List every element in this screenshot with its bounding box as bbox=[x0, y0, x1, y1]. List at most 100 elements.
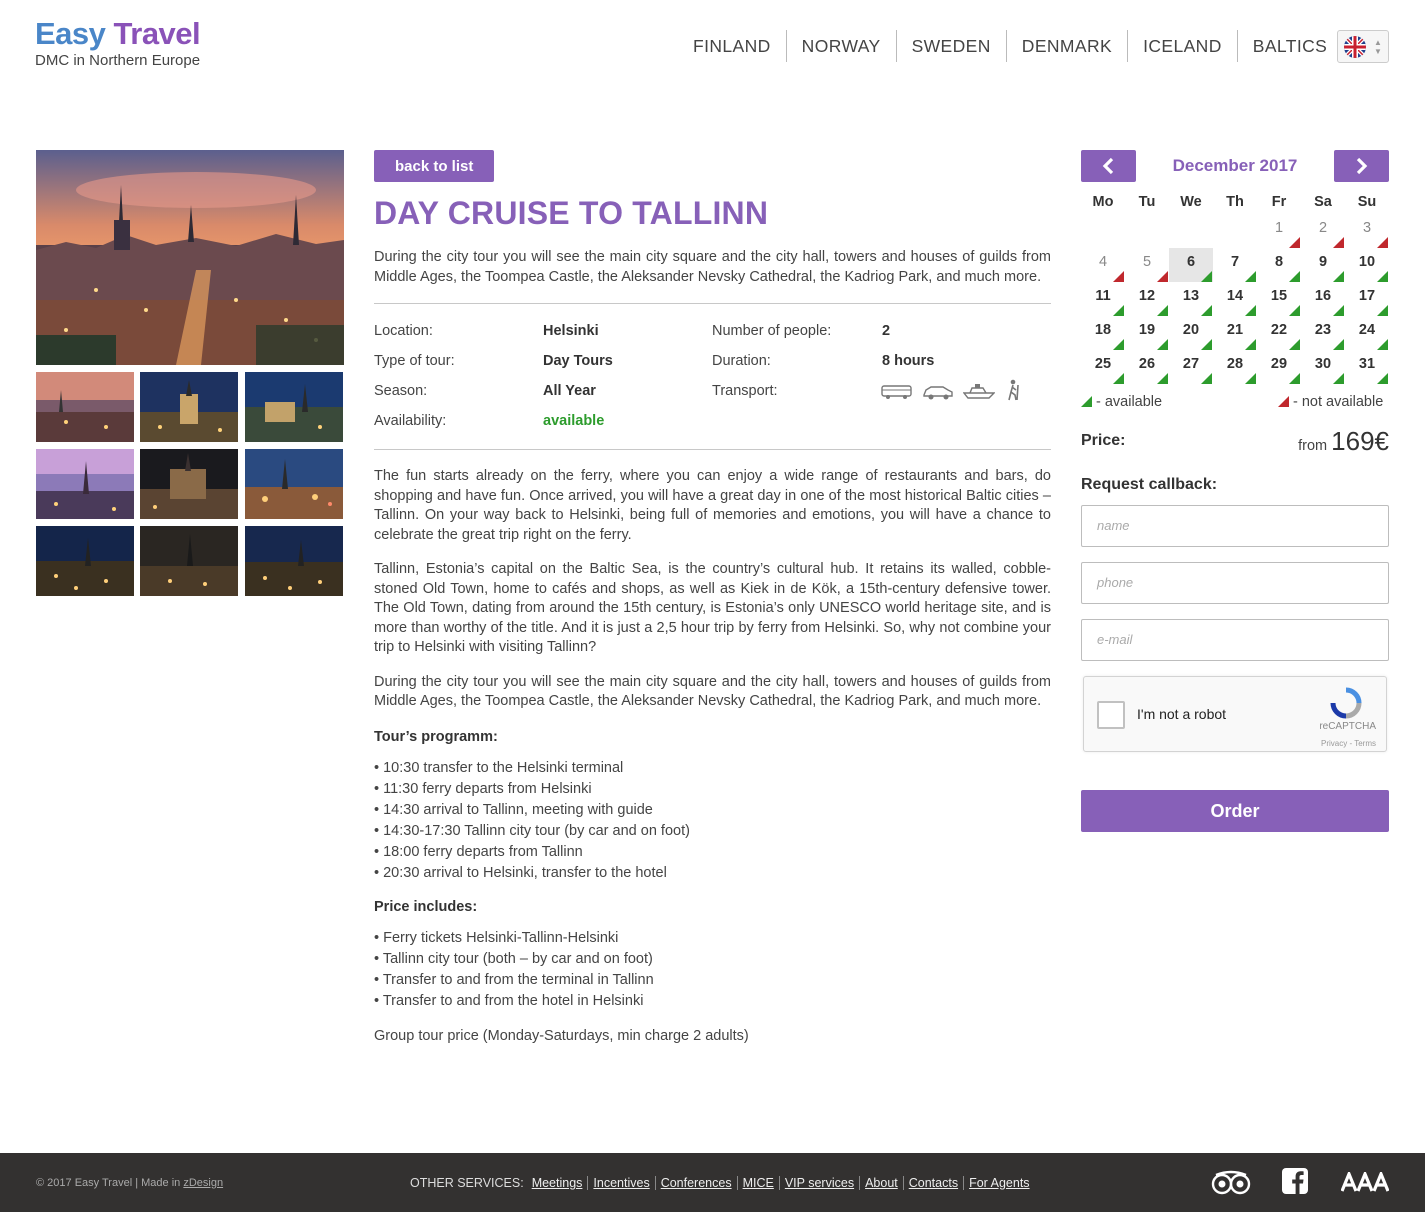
list-item: • 14:30-17:30 Tallinn city tour (by car … bbox=[374, 822, 690, 839]
calendar-day[interactable]: 22 bbox=[1257, 316, 1301, 350]
footer-link-contacts[interactable]: Contacts bbox=[902, 1176, 963, 1190]
gallery-thumb[interactable] bbox=[245, 526, 343, 596]
nav-iceland[interactable]: ICELAND bbox=[1128, 30, 1238, 62]
gallery-thumb[interactable] bbox=[245, 372, 343, 442]
calendar-day[interactable]: 30 bbox=[1301, 350, 1345, 384]
footer-link-for-agents[interactable]: For Agents bbox=[963, 1176, 1034, 1190]
order-button[interactable]: Order bbox=[1081, 790, 1389, 832]
name-input[interactable]: name bbox=[1081, 505, 1389, 547]
calendar-day-number: 15 bbox=[1270, 288, 1288, 304]
available-triangle-icon bbox=[1333, 305, 1344, 316]
site-logo[interactable]: Easy Travel DMC in Northern Europe bbox=[35, 16, 201, 69]
logo-tagline: DMC in Northern Europe bbox=[35, 52, 201, 69]
calendar-day-number: 20 bbox=[1182, 322, 1200, 338]
nav-denmark[interactable]: DENMARK bbox=[1007, 30, 1129, 62]
calendar-day[interactable]: 9 bbox=[1301, 248, 1345, 282]
calendar-day[interactable]: 17 bbox=[1345, 282, 1389, 316]
calendar-day-number: 3 bbox=[1362, 220, 1372, 236]
legend-available-text: - available bbox=[1096, 394, 1163, 410]
gallery-main-photo[interactable] bbox=[36, 150, 344, 365]
calendar-day: 4 bbox=[1081, 248, 1125, 282]
calendar-day-number: 29 bbox=[1270, 356, 1288, 372]
footer-link-conferences[interactable]: Conferences bbox=[654, 1176, 737, 1190]
tripadvisor-icon[interactable] bbox=[1211, 1170, 1251, 1201]
calendar-day: 1 bbox=[1257, 214, 1301, 248]
legend-not-available-text: - not available bbox=[1293, 394, 1384, 410]
tour-intro: During the city tour you will see the ma… bbox=[374, 249, 1051, 285]
calendar-day[interactable]: 18 bbox=[1081, 316, 1125, 350]
nav-baltics[interactable]: BALTICS bbox=[1238, 30, 1342, 62]
calendar-day[interactable]: 12 bbox=[1125, 282, 1169, 316]
calendar-day[interactable]: 6 bbox=[1169, 248, 1213, 282]
available-triangle-icon bbox=[1081, 396, 1092, 407]
zdesign-link[interactable]: zDesign bbox=[183, 1177, 223, 1189]
footer-link-about[interactable]: About bbox=[859, 1176, 903, 1190]
language-select[interactable]: ▲ ▼ bbox=[1337, 30, 1389, 63]
email-input[interactable]: e-mail bbox=[1081, 619, 1389, 661]
calendar-day[interactable]: 19 bbox=[1125, 316, 1169, 350]
legend-available: - available bbox=[1081, 394, 1162, 410]
phone-input[interactable]: phone bbox=[1081, 562, 1389, 604]
gallery-thumb[interactable] bbox=[140, 372, 238, 442]
recaptcha-widget: I'm not a robot reCAPTCHA Privacy - Term… bbox=[1083, 676, 1387, 752]
calendar-day[interactable]: 29 bbox=[1257, 350, 1301, 384]
available-triangle-icon bbox=[1377, 305, 1388, 316]
nav-sweden[interactable]: SWEDEN bbox=[897, 30, 1007, 62]
calendar-day-number: 24 bbox=[1358, 322, 1376, 338]
not-available-triangle-icon bbox=[1377, 237, 1388, 248]
aaa-icon[interactable] bbox=[1340, 1169, 1390, 1197]
calendar-day[interactable]: 7 bbox=[1213, 248, 1257, 282]
calendar-day[interactable]: 11 bbox=[1081, 282, 1125, 316]
calendar-prev-button[interactable] bbox=[1081, 150, 1136, 182]
people-value: 2 bbox=[882, 323, 891, 339]
nav-finland[interactable]: FINLAND bbox=[678, 30, 787, 62]
select-arrows-icon: ▲ ▼ bbox=[1374, 38, 1382, 56]
gallery-thumb[interactable] bbox=[36, 449, 134, 519]
footer-link-incentives[interactable]: Incentives bbox=[587, 1176, 654, 1190]
services-label: OTHER SERVICES: bbox=[410, 1176, 524, 1190]
footer-link-meetings[interactable]: Meetings bbox=[532, 1176, 588, 1190]
calendar-day[interactable]: 8 bbox=[1257, 248, 1301, 282]
footer-link-mice[interactable]: MICE bbox=[736, 1176, 779, 1190]
calendar-day[interactable]: 27 bbox=[1169, 350, 1213, 384]
calendar-weekday: Mo bbox=[1092, 194, 1114, 210]
gallery-thumb[interactable] bbox=[36, 526, 134, 596]
calendar-day[interactable]: 28 bbox=[1213, 350, 1257, 384]
calendar-day-number: 27 bbox=[1182, 356, 1200, 372]
list-item: • 18:00 ferry departs from Tallinn bbox=[374, 843, 583, 860]
nav-norway[interactable]: NORWAY bbox=[787, 30, 897, 62]
gallery-thumb[interactable] bbox=[245, 449, 343, 519]
calendar-day: 2 bbox=[1301, 214, 1345, 248]
recaptcha-checkbox[interactable] bbox=[1097, 701, 1125, 729]
gallery-thumb[interactable] bbox=[140, 526, 238, 596]
calendar-day[interactable]: 23 bbox=[1301, 316, 1345, 350]
type-label: Type of tour: bbox=[374, 353, 455, 369]
calendar-next-button[interactable] bbox=[1334, 150, 1389, 182]
available-triangle-icon bbox=[1289, 271, 1300, 282]
includes-heading: Price includes: bbox=[374, 898, 478, 915]
season-label: Season: bbox=[374, 383, 428, 399]
calendar-day[interactable]: 26 bbox=[1125, 350, 1169, 384]
calendar-day[interactable]: 31 bbox=[1345, 350, 1389, 384]
facebook-icon[interactable] bbox=[1282, 1168, 1308, 1199]
calendar-day[interactable]: 24 bbox=[1345, 316, 1389, 350]
calendar-day[interactable]: 20 bbox=[1169, 316, 1213, 350]
calendar-day[interactable]: 13 bbox=[1169, 282, 1213, 316]
back-to-list-button[interactable]: back to list bbox=[374, 150, 495, 182]
available-triangle-icon bbox=[1377, 339, 1388, 350]
list-item: • Transfer to and from the terminal in T… bbox=[374, 971, 654, 988]
calendar-day[interactable]: 10 bbox=[1345, 248, 1389, 282]
calendar-day[interactable]: 21 bbox=[1213, 316, 1257, 350]
gallery-thumb[interactable] bbox=[140, 449, 238, 519]
recaptcha-terms[interactable]: Privacy - Terms bbox=[1321, 739, 1376, 748]
description-paragraph: Tallinn, Estonia’s capital on the Baltic… bbox=[374, 561, 1051, 655]
available-triangle-icon bbox=[1201, 271, 1212, 282]
calendar-day[interactable]: 16 bbox=[1301, 282, 1345, 316]
calendar-day[interactable]: 25 bbox=[1081, 350, 1125, 384]
gallery-thumb[interactable] bbox=[36, 372, 134, 442]
calendar-day[interactable]: 14 bbox=[1213, 282, 1257, 316]
type-value: Day Tours bbox=[543, 353, 613, 369]
calendar-day[interactable]: 15 bbox=[1257, 282, 1301, 316]
footer-link-vip-services[interactable]: VIP services bbox=[778, 1176, 859, 1190]
available-triangle-icon bbox=[1157, 305, 1168, 316]
